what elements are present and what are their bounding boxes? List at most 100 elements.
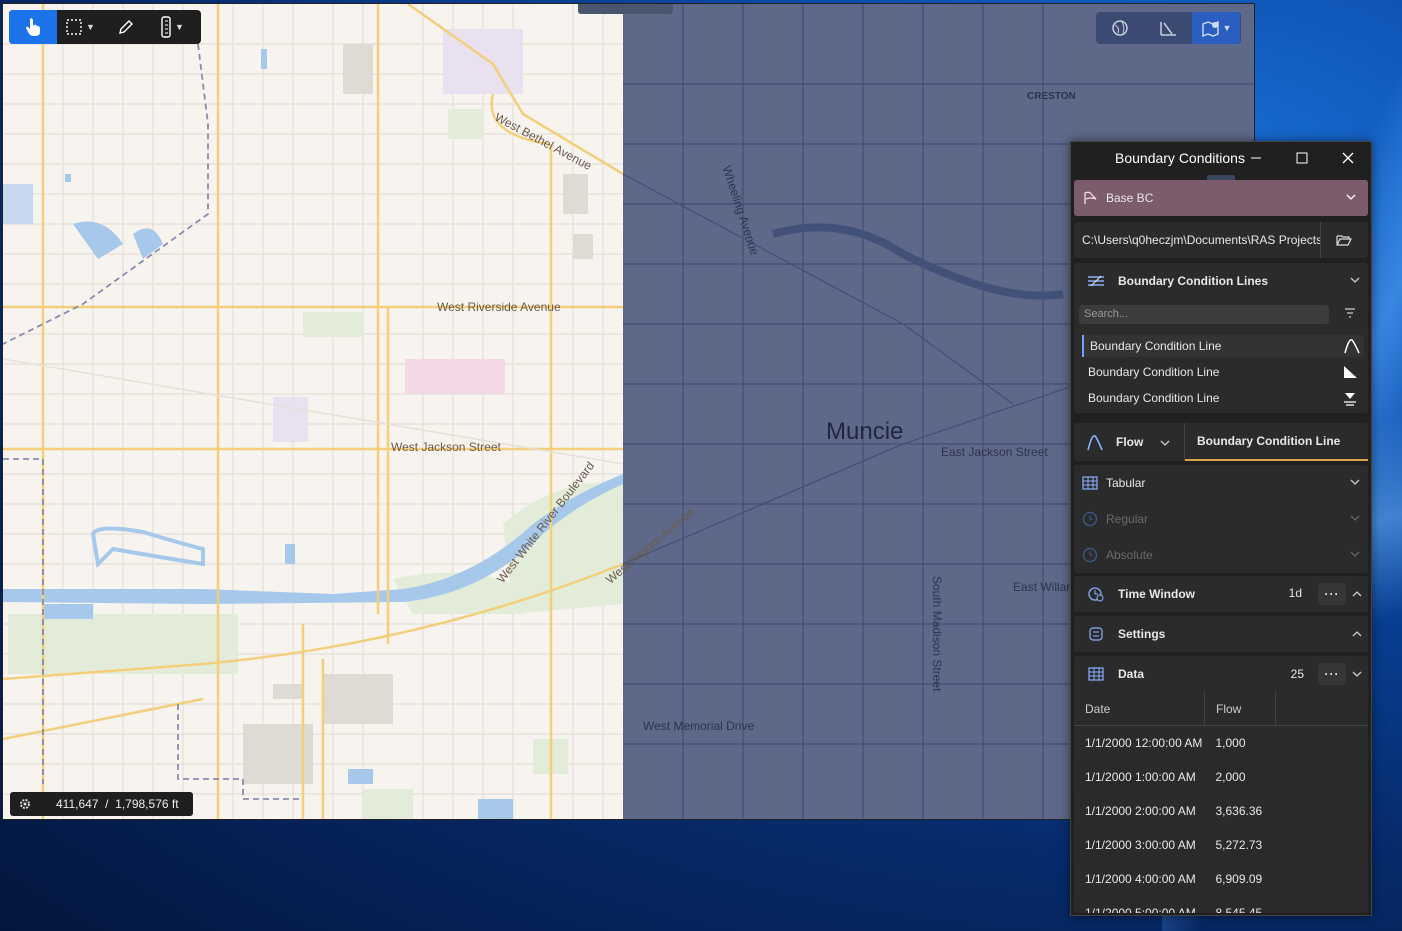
date-cell[interactable]: 1/1/2000 1:00:00 AM [1074,760,1205,794]
boundary-conditions-panel: Boundary Conditions Base BC C:\Users\q0h… [1070,141,1372,916]
terrain-profile-icon [1160,22,1176,36]
base-bc-dropdown[interactable]: Base BC [1074,180,1368,216]
flow-hydrograph-icon [1340,338,1364,354]
chevron-up-icon[interactable] [1352,588,1362,602]
minimize-button[interactable] [1233,142,1279,174]
flow-cell[interactable]: 5,272.73 [1204,828,1276,862]
chevron-down-icon [1160,437,1170,451]
tab-boundary-condition-line[interactable]: Boundary Condition Line [1185,423,1368,461]
date-cell[interactable]: 1/1/2000 3:00:00 AM [1074,828,1205,862]
tabular-label: Tabular [1106,476,1146,490]
tabular-dropdown[interactable]: Tabular [1074,465,1368,501]
table-row[interactable]: 1/1/2000 4:00:00 AM 6,909.09 [1074,862,1368,896]
date-cell[interactable]: 1/1/2000 12:00:00 AM [1074,726,1205,761]
close-button[interactable] [1325,142,1371,174]
project-path-text: C:\Users\q0heczjm\Documents\RAS Projects [1082,233,1320,247]
project-path-field[interactable]: C:\Users\q0heczjm\Documents\RAS Projects [1074,222,1368,258]
data-count: 25 [1290,667,1304,681]
map-pin-icon [1201,20,1219,37]
map-label-street: South Madison Street [930,576,944,692]
measure-tool-button[interactable]: ▼ [149,10,195,44]
time-window-icon [1074,586,1118,602]
flow-cell[interactable]: 1,000 [1205,726,1276,761]
time-window-header[interactable]: Time Window 1d ··· [1074,576,1368,612]
bcl-header[interactable]: Boundary Condition Lines [1074,263,1368,299]
overlay-handle[interactable] [578,4,673,14]
date-cell[interactable]: 1/1/2000 5:00:00 AM [1074,896,1205,913]
table-row[interactable]: 1/1/2000 12:00:00 AM 1,000 [1074,726,1368,761]
tabular-section: Tabular Regular Absolute [1074,465,1368,573]
table-row[interactable]: 1/1/2000 5:00:00 AM 8,545.45 [1074,896,1368,913]
date-cell[interactable]: 1/1/2000 4:00:00 AM [1074,862,1205,896]
table-header-row: Date Flow [1074,692,1368,726]
flow-cell[interactable]: 3,636.36 [1205,794,1276,828]
pointer-tool-button[interactable] [9,10,57,44]
bcl-list-item[interactable]: Boundary Condition Line [1082,361,1362,383]
time-window-label: Time Window [1118,587,1196,601]
marquee-select-icon [66,19,82,35]
folder-open-icon [1336,235,1352,246]
data-more-button[interactable]: ··· [1318,663,1346,685]
bcl-search-input[interactable]: Search... [1079,305,1329,324]
map-label-street: West Riverside Avenue [437,300,561,314]
column-header-empty [1275,692,1368,726]
open-folder-button[interactable] [1320,222,1367,258]
flag-icon [1074,191,1106,205]
table-icon [1074,476,1106,490]
coordinate-readout: 411,647 / 1,798,576 ft [10,792,193,816]
table-icon [1074,667,1118,681]
bcl-list-item[interactable]: Boundary Condition Line [1082,387,1362,409]
panel-titlebar[interactable]: Boundary Conditions [1071,142,1371,174]
map-label-street: East Jackson Street [941,445,1048,459]
selection-tool-button[interactable]: ▼ [57,10,103,44]
base-bc-label: Base BC [1106,191,1154,205]
profile-button[interactable] [1144,12,1192,44]
filter-icon[interactable] [1344,307,1356,322]
table-row[interactable]: 1/1/2000 2:00:00 AM 3,636.36 [1074,794,1368,828]
bcl-section: Boundary Condition Lines Search... Bound… [1074,263,1368,413]
chevron-up-icon [1352,628,1362,642]
chevron-down-icon: ▼ [86,22,95,32]
coordinate-text: 411,647 / 1,798,576 ft [56,797,179,811]
time-window-more-button[interactable]: ··· [1318,583,1346,605]
chevron-down-icon: ▼ [1222,23,1232,33]
date-cell[interactable]: 1/1/2000 2:00:00 AM [1074,794,1205,828]
data-table: Date Flow 1/1/2000 12:00:00 AM 1,000 1/1/… [1074,692,1368,913]
flow-cell[interactable]: 2,000 [1204,760,1276,794]
clock-icon [1074,547,1106,563]
column-header-flow[interactable]: Flow [1204,692,1276,726]
settings-header[interactable]: Settings [1074,616,1368,652]
table-row[interactable]: 1/1/2000 3:00:00 AM 5,272.73 [1074,828,1368,862]
map-label-city: Muncie [826,418,904,445]
absolute-dropdown[interactable]: Absolute [1074,537,1368,573]
normal-depth-icon [1338,364,1362,380]
hand-pointer-icon [26,18,40,36]
flow-type-dropdown[interactable]: Flow [1074,423,1185,461]
map-view[interactable]: West Bethel Avenue West Riverside Avenue… [2,3,1255,820]
flow-cell[interactable]: 8,545.45 [1204,896,1276,913]
bcl-header-label: Boundary Condition Lines [1118,274,1268,288]
clock-icon [1074,511,1106,527]
chevron-down-icon[interactable] [1352,668,1362,682]
table-row[interactable]: 1/1/2000 1:00:00 AM 2,000 [1074,760,1368,794]
bcl-list-item[interactable]: Boundary Condition Line [1082,335,1364,357]
globe-button[interactable] [1096,12,1144,44]
data-header[interactable]: Data 25 ··· [1074,656,1368,692]
map-view-button[interactable]: ▼ [1192,12,1240,44]
absolute-label: Absolute [1106,548,1153,562]
maximize-icon [1296,152,1308,164]
chevron-down-icon [1350,512,1360,526]
settings-section: Settings [1074,616,1368,652]
regular-dropdown[interactable]: Regular [1074,501,1368,537]
flow-tab-label: Flow [1116,435,1144,449]
stage-hydrograph-icon [1338,390,1362,406]
close-icon [1342,152,1354,164]
flow-cell[interactable]: 6,909.09 [1205,862,1276,896]
globe-icon [1112,20,1128,36]
maximize-button[interactable] [1279,142,1325,174]
column-header-date[interactable]: Date [1074,692,1205,726]
map-label-street: West Jackson Street [391,440,501,454]
draw-tool-button[interactable] [103,10,149,44]
chevron-down-icon [1350,548,1360,562]
gear-icon[interactable] [10,797,40,811]
